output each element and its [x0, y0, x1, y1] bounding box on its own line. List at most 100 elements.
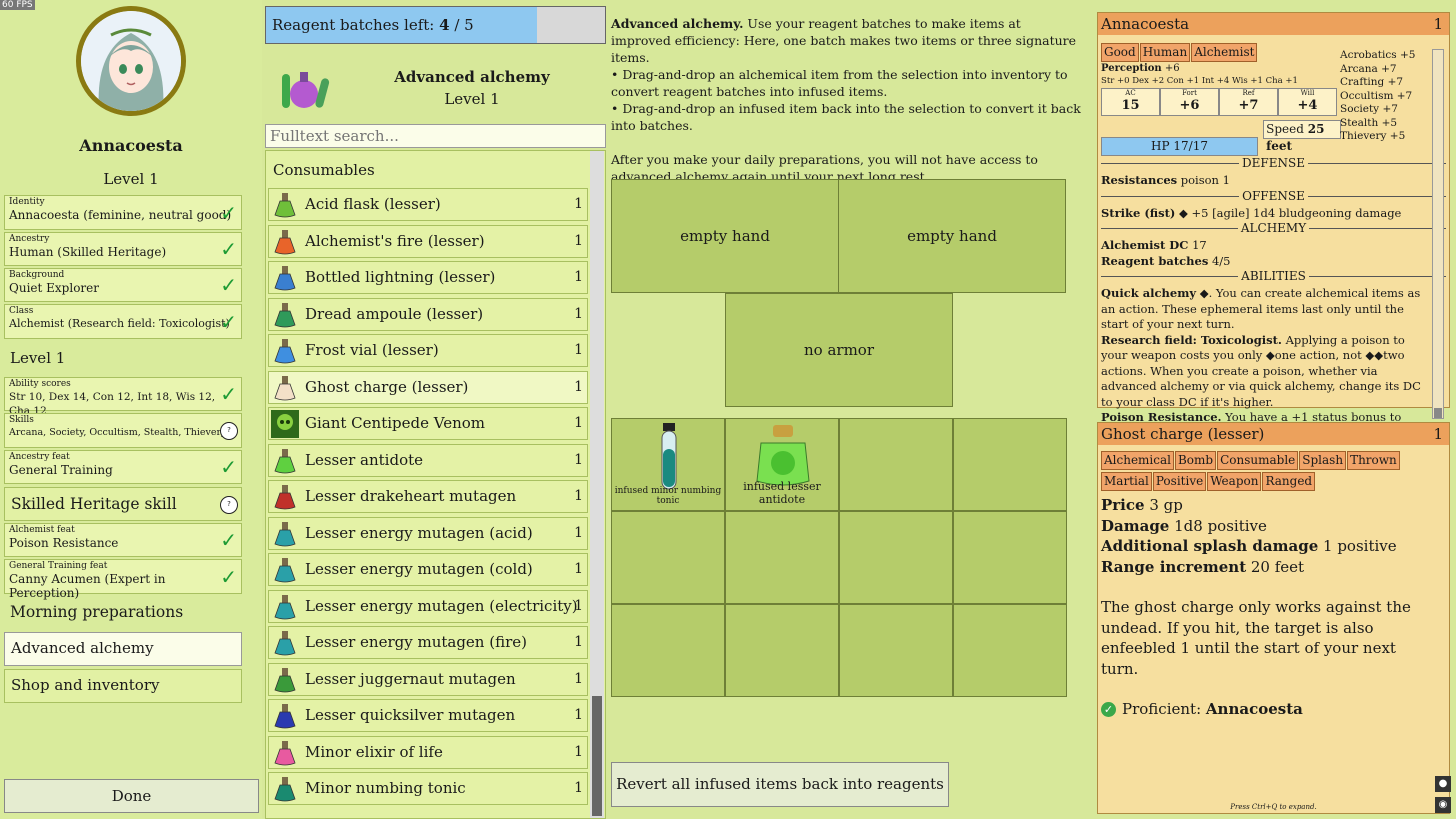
list-item[interactable]: Minor elixir of life 1 [268, 735, 588, 769]
hand-slot-1[interactable]: empty hand [611, 179, 839, 293]
inventory-slot[interactable] [953, 604, 1067, 697]
list-scrollbar[interactable] [590, 151, 604, 818]
trait-tag: Alchemical [1101, 451, 1174, 470]
list-item-count: 1 [574, 780, 583, 796]
list-item-count: 1 [574, 524, 583, 541]
list-item[interactable]: Bottled lightning (lesser) 1 [268, 261, 588, 294]
list-item[interactable]: Lesser energy mutagen (electricity) 1 [268, 589, 588, 623]
microphone-icon[interactable]: ● [1435, 776, 1451, 792]
inventory-slot[interactable]: infused minor numbing tonic [611, 418, 725, 511]
stat-box-will: Will +4 [1278, 88, 1337, 116]
list-item[interactable]: Lesser quicksilver mutagen 1 [268, 699, 588, 732]
list-item[interactable]: Giant Centipede Venom 1 [268, 407, 588, 440]
done-button[interactable]: Done [4, 779, 259, 813]
step-skilled-heritage-skill[interactable]: Skilled Heritage skill ? [4, 487, 242, 521]
list-item[interactable]: Lesser drakeheart mutagen 1 [268, 480, 588, 513]
inventory-slot[interactable] [611, 511, 725, 604]
step-class[interactable]: Class Alchemist (Research field: Toxicol… [4, 304, 242, 339]
list-item[interactable]: Lesser energy mutagen (acid) 1 [268, 516, 588, 550]
list-item-name: Lesser juggernaut mutagen [305, 669, 516, 688]
lightning-bottle-icon [271, 264, 299, 292]
inventory-slot[interactable] [611, 604, 725, 697]
question-icon: ? [220, 496, 238, 514]
list-item-name: Lesser energy mutagen (fire) [305, 633, 527, 651]
step-caption: Ancestry feat [9, 452, 70, 462]
inventory-slot[interactable] [839, 511, 953, 604]
step-value: Alchemist (Research field: Toxicologist) [9, 317, 230, 330]
mutagen-icon [271, 629, 299, 657]
step-alchemist-feat[interactable]: Alchemist feat Poison Resistance ✓ [4, 523, 242, 557]
settings-icon[interactable]: ◉ [1435, 797, 1451, 813]
armor-slot[interactable]: no armor [725, 293, 953, 407]
reagent-total: / 5 [454, 16, 474, 34]
step-ancestry[interactable]: Ancestry Human (Skilled Heritage) ✓ [4, 232, 242, 266]
list-item[interactable]: Dread ampoule (lesser) 1 [268, 297, 588, 331]
stat-box-fort: Fort +6 [1160, 88, 1219, 116]
list-item-count: 1 [574, 305, 583, 322]
stat-value: +4 [1297, 98, 1318, 113]
reagent-current: 4 [439, 16, 450, 34]
step-ancestry-feat[interactable]: Ancestry feat General Training ✓ [4, 450, 242, 484]
shop-inventory-button[interactable]: Shop and inventory [4, 669, 242, 703]
list-item-name: Minor numbing tonic [305, 779, 466, 797]
list-item-count: 1 [574, 634, 583, 650]
mutagen-icon [271, 702, 299, 730]
morning-preparations-button[interactable]: Morning preparations [10, 603, 183, 621]
list-item[interactable]: Frost vial (lesser) 1 [268, 334, 588, 367]
list-item[interactable]: Minor numbing tonic 1 [268, 772, 588, 805]
list-item[interactable]: Lesser energy mutagen (cold) 1 [268, 553, 588, 586]
step-background[interactable]: Background Quiet Explorer ✓ [4, 268, 242, 302]
step-general-training-feat[interactable]: General Training feat Canny Acumen (Expe… [4, 559, 242, 600]
list-item[interactable]: Ghost charge (lesser) 1 [268, 370, 588, 404]
list-item-name: Alchemist's fire (lesser) [305, 231, 485, 250]
inventory-slot[interactable] [839, 418, 953, 511]
proficient-line: ✓ Proficient: Annacoesta [1101, 699, 1446, 720]
step-value: Arcana, Society, Occultism, Stealth, Thi… [9, 427, 227, 438]
list-item-name: Acid flask (lesser) [305, 195, 441, 213]
revert-button[interactable]: Revert all infused items back into reage… [611, 762, 949, 807]
inventory-slot[interactable] [725, 604, 839, 697]
advanced-alchemy-title: Advanced alchemy [394, 68, 550, 86]
advanced-alchemy-button[interactable]: Advanced alchemy [4, 632, 242, 666]
statblock-scrollbar-thumb[interactable] [1434, 408, 1442, 418]
inventory-slot[interactable] [953, 418, 1067, 511]
inventory-slot[interactable]: infused lesser antidote [725, 418, 839, 511]
list-scrollbar-thumb[interactable] [592, 696, 602, 816]
hand-slot-2[interactable]: empty hand [838, 179, 1066, 293]
list-item[interactable]: Alchemist's fire (lesser) 1 [268, 224, 588, 258]
inventory-slot[interactable] [725, 511, 839, 604]
alchemy-header: ALCHEMY [1101, 221, 1446, 243]
step-caption: General Training feat [9, 561, 108, 571]
trait-tag: Human [1139, 43, 1191, 62]
statblock-scrollbar[interactable] [1432, 49, 1444, 419]
instructions-bullet: • Drag-and-drop an alchemical item from … [611, 67, 1068, 99]
list-item-name: Dread ampoule (lesser) [305, 304, 484, 323]
step-identity[interactable]: Identity Annacoesta (feminine, neutral g… [4, 195, 242, 230]
stat-value: +6 [1179, 98, 1200, 113]
consumables-list[interactable]: Consumables Acid flask (lesser) 1 Alchemis… [265, 150, 606, 819]
list-item[interactable]: Lesser energy mutagen (fire) 1 [268, 626, 588, 659]
inventory-slot[interactable] [839, 604, 953, 697]
step-skills[interactable]: Skills Arcana, Society, Occultism, Steal… [4, 413, 242, 448]
check-icon: ✓ [220, 564, 237, 589]
fulltext-search-input[interactable] [265, 124, 606, 148]
list-item-count: 1 [574, 561, 583, 577]
inventory-item-label: infused minor numbing tonic [614, 486, 722, 506]
step-caption: Skills [9, 415, 34, 425]
list-item[interactable]: Acid flask (lesser) 1 [268, 188, 588, 221]
step-caption: Ability scores [9, 379, 71, 389]
mutagen-icon [271, 520, 299, 548]
trait-tag: Consumable [1217, 451, 1299, 470]
step-ability-scores[interactable]: Ability scores Str 10, Dex 14, Con 12, I… [4, 377, 242, 417]
list-item[interactable]: Lesser antidote 1 [268, 443, 588, 477]
stat-caption: Will [1300, 89, 1315, 97]
step-value: Poison Resistance [9, 536, 119, 550]
trait-tag: Martial [1101, 472, 1152, 491]
list-item-count: 1 [574, 451, 583, 468]
stat-caption: Ref [1242, 89, 1255, 97]
skill-entry: Crafting +7 [1340, 76, 1404, 88]
inventory-slot[interactable] [953, 511, 1067, 604]
stat-box-ref: Ref +7 [1219, 88, 1278, 116]
list-item[interactable]: Lesser juggernaut mutagen 1 [268, 662, 588, 696]
one-action-icon: ◆ [1265, 348, 1275, 362]
